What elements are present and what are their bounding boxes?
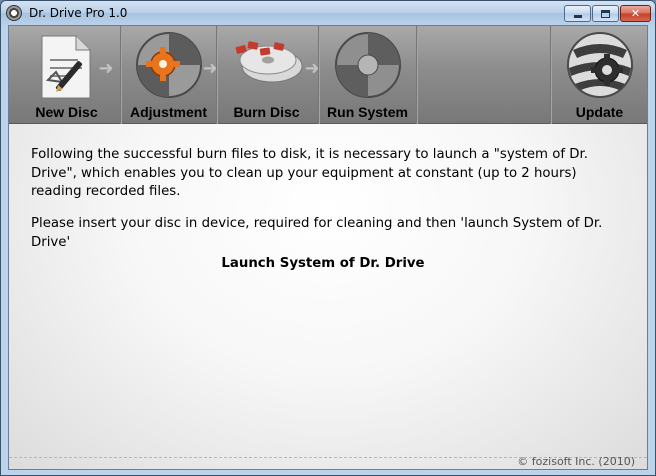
- toolbar-burn-disc-button[interactable]: Burn Disc: [218, 26, 315, 124]
- close-button[interactable]: ✕: [620, 5, 651, 22]
- copyright-footer: © fozisoft Inc. (2010): [517, 455, 635, 468]
- update-icon: [561, 30, 639, 100]
- toolbar-run-system-button[interactable]: Run System: [320, 26, 415, 124]
- run-system-icon: [329, 30, 407, 100]
- toolbar-label-burn-disc: Burn Disc: [233, 104, 300, 120]
- minimize-button[interactable]: [564, 5, 591, 22]
- app-icon[interactable]: [6, 5, 22, 21]
- maximize-icon: [601, 9, 610, 18]
- minimize-icon: [573, 15, 582, 18]
- toolbar: New Disc ➜ Adjustment ➜ Burn Disc ➜ Run …: [9, 26, 647, 124]
- close-icon: ✕: [630, 7, 641, 20]
- burn-disc-icon: [228, 30, 306, 100]
- title-bar[interactable]: Dr. Drive Pro 1.0 ✕: [1, 1, 655, 25]
- launch-system-link[interactable]: Launch System of Dr. Drive: [9, 256, 637, 271]
- toolbar-label-new-disc: New Disc: [35, 104, 98, 120]
- toolbar-label-run-system: Run System: [327, 104, 408, 120]
- app-window: Dr. Drive Pro 1.0 ✕ New Disc ➜ Adjustmen…: [0, 0, 656, 476]
- instructions-paragraph: Following the successful burn files to d…: [31, 147, 588, 199]
- insert-disc-paragraph: Please insert your disc in device, requi…: [31, 216, 603, 250]
- arrow-right-icon: ➜: [98, 58, 114, 79]
- toolbar-label-update: Update: [575, 104, 624, 120]
- toolbar-separator: [416, 26, 418, 124]
- new-disc-icon: [28, 30, 106, 100]
- adjustment-icon: [130, 30, 208, 100]
- maximize-button[interactable]: [592, 5, 619, 22]
- window-title: Dr. Drive Pro 1.0: [29, 6, 128, 20]
- toolbar-update-button[interactable]: Update: [552, 26, 647, 124]
- toolbar-label-adjustment: Adjustment: [130, 104, 207, 120]
- content-panel: Following the successful burn files to d…: [9, 124, 647, 469]
- client-area: New Disc ➜ Adjustment ➜ Burn Disc ➜ Run …: [8, 25, 648, 470]
